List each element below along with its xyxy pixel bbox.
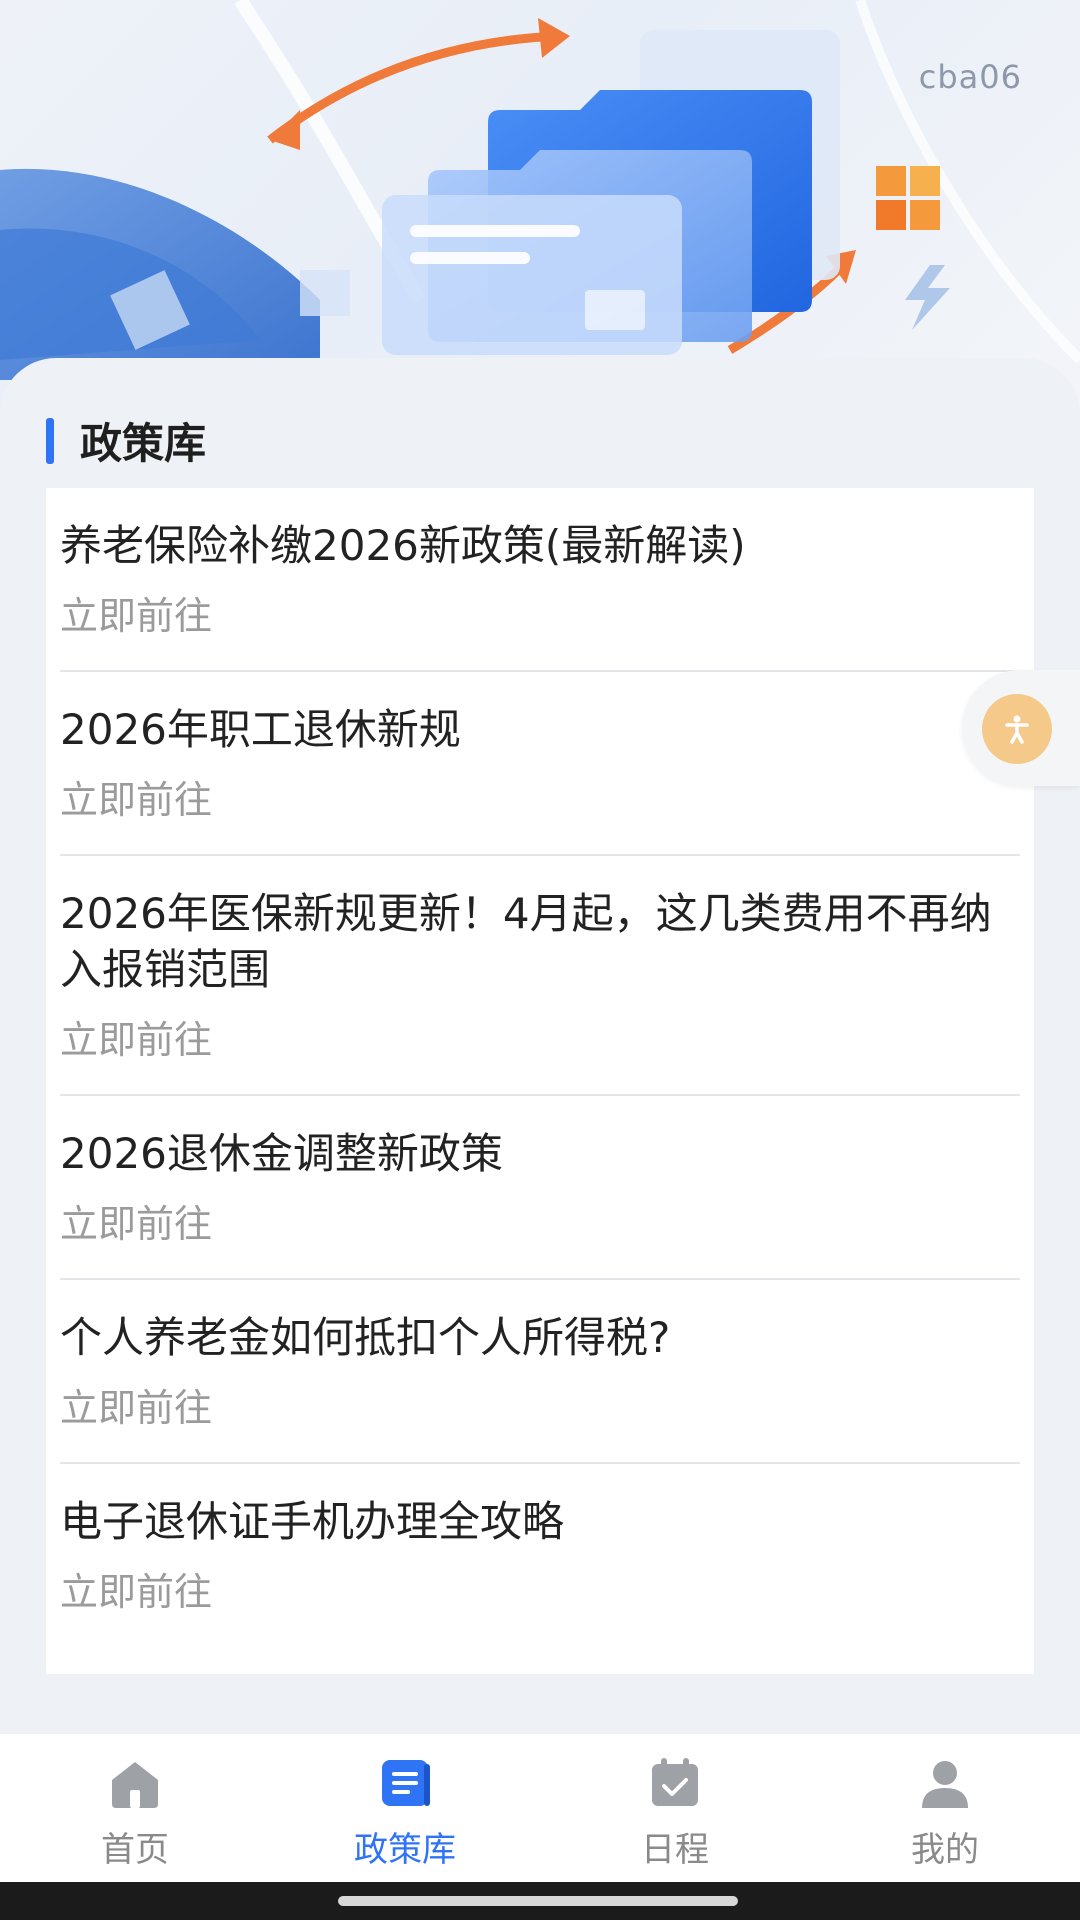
article-list: 养老保险补缴2026新政策(最新解读) 立即前往 2026年职工退休新规 立即前… (46, 488, 1034, 1674)
tab-schedule[interactable]: 日程 (540, 1734, 810, 1882)
accessibility-float-button[interactable] (962, 670, 1080, 786)
tab-policy-library[interactable]: 政策库 (270, 1734, 540, 1882)
list-item[interactable]: 个人养老金如何抵扣个人所得税? 立即前往 (60, 1280, 1020, 1464)
system-navigation-bar (0, 1882, 1080, 1920)
article-title: 个人养老金如何抵扣个人所得税? (60, 1313, 671, 1362)
list-item[interactable]: 2026年医保新规更新！4月起，这几类费用不再纳入报销范围 立即前往 (60, 856, 1020, 1096)
list-item[interactable]: 2026年职工退休新规 立即前往 (60, 672, 1020, 856)
tab-home[interactable]: 首页 (0, 1734, 270, 1882)
tab-label: 政策库 (354, 1830, 456, 1870)
go-now-link[interactable]: 立即前往 (60, 594, 1020, 638)
article-title: 电子退休证手机办理全攻略 (60, 1497, 565, 1546)
go-now-link[interactable]: 立即前往 (60, 1202, 1020, 1246)
tab-profile[interactable]: 我的 (810, 1734, 1080, 1882)
policy-panel: 政策库 养老保险补缴2026新政策(最新解读) 立即前往 2026年职工退休新规… (0, 358, 1080, 1734)
list-item[interactable]: 养老保险补缴2026新政策(最新解读) 立即前往 (60, 488, 1020, 672)
go-now-link[interactable]: 立即前往 (60, 778, 1020, 822)
article-title: 2026年医保新规更新！4月起，这几类费用不再纳入报销范围 (60, 889, 992, 994)
policy-library-icon (382, 1760, 430, 1806)
section-accent-bar (46, 417, 54, 464)
home-icon (112, 1762, 158, 1808)
accessibility-icon (982, 694, 1052, 764)
article-title: 2026年职工退休新规 (60, 705, 461, 754)
go-now-link[interactable]: 立即前往 (60, 1570, 1020, 1614)
article-title: 养老保险补缴2026新政策(最新解读) (60, 521, 746, 570)
home-gesture-bar[interactable] (338, 1896, 738, 1906)
list-item[interactable]: 电子退休证手机办理全攻略 立即前往 (60, 1464, 1020, 1646)
list-item[interactable]: 2026退休金调整新政策 立即前往 (60, 1096, 1020, 1280)
go-now-link[interactable]: 立即前往 (60, 1018, 1020, 1062)
tab-label: 日程 (641, 1830, 709, 1870)
section-header: 政策库 (46, 410, 206, 471)
bottom-tab-bar: 首页 政策库 日程 我的 (0, 1734, 1080, 1882)
go-now-link[interactable]: 立即前往 (60, 1386, 1020, 1430)
user-code-label: cba06 (918, 58, 1022, 96)
profile-icon (922, 1761, 968, 1808)
section-title: 政策库 (80, 419, 207, 468)
tab-label: 首页 (101, 1830, 169, 1870)
header-banner: cba06 (0, 0, 1080, 420)
calendar-icon (652, 1758, 698, 1806)
tab-label: 我的 (911, 1830, 979, 1870)
article-title: 2026退休金调整新政策 (60, 1129, 503, 1178)
